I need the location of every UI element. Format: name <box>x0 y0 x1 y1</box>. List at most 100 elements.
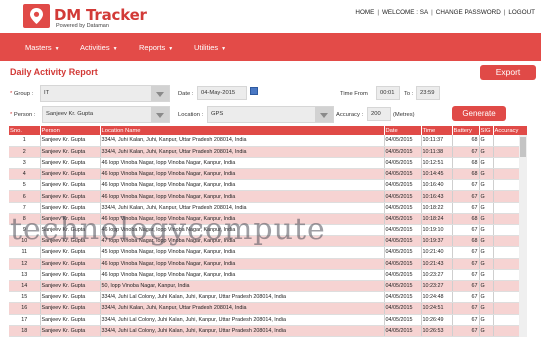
table-cell: Sanjeev Kr. Gupta <box>40 190 101 203</box>
table-cell: 334/4, Juhi Lal Colony, Juhi Kalan, Juhi… <box>100 325 385 337</box>
table-cell: 67 <box>452 190 480 203</box>
table-cell: 68 <box>452 135 480 147</box>
scrollbar-thumb[interactable] <box>520 137 526 157</box>
table-cell: 04/05/2015 <box>384 146 422 158</box>
caret-down-icon: ▼ <box>112 46 118 52</box>
table-row[interactable]: 17 Sanjeev Kr. Gupta 334/4, Juhi Lal Colon… <box>9 314 527 326</box>
table-cell: 12 <box>9 258 41 270</box>
table-cell: 04/05/2015 <box>384 179 422 192</box>
nav-label: Masters <box>25 43 52 52</box>
table-cell: Sanjeev Kr. Gupta <box>40 269 101 281</box>
table-cell: 67 <box>452 302 480 315</box>
table-cell: 16 <box>9 302 41 315</box>
table-cell: G <box>479 291 494 304</box>
caret-down-icon: ▼ <box>54 46 60 52</box>
table-cell: 04/05/2015 <box>384 269 422 281</box>
table-cell: Sanjeev Kr. Gupta <box>40 258 101 270</box>
table-row[interactable]: 6 Sanjeev Kr. Gupta 46 lopp Vinoba Nagar, … <box>9 190 527 203</box>
page-title: Daily Activity Report <box>10 67 98 77</box>
column-header[interactable]: Time <box>421 126 453 135</box>
table-row[interactable]: 12 Sanjeev Kr. Gupta 46 lopp Vinoba Nagar,… <box>9 258 527 270</box>
table-cell: 04/05/2015 <box>384 280 422 293</box>
nav-activities[interactable]: Activities ▼ <box>80 43 118 52</box>
caret-down-icon: ▼ <box>221 46 227 52</box>
table-cell: 67 <box>452 146 480 158</box>
table-cell: 10:14:45 <box>421 168 453 181</box>
table-cell: 04/05/2015 <box>384 235 422 248</box>
column-header[interactable]: Date <box>384 126 422 135</box>
separator: | <box>431 9 433 16</box>
logout-link[interactable]: LOGOUT <box>508 9 535 16</box>
dropdown-arrow-icon[interactable] <box>151 107 169 122</box>
home-link[interactable]: HOME <box>355 9 374 16</box>
table-cell: 04/05/2015 <box>384 135 422 147</box>
table-cell: 68 <box>452 157 480 170</box>
dropdown-arrow-icon[interactable] <box>151 86 169 101</box>
table-cell: G <box>479 325 494 337</box>
dropdown-arrow-icon[interactable] <box>315 107 333 122</box>
table-cell: G <box>479 202 494 214</box>
nav-utilities[interactable]: Utilities ▼ <box>194 43 226 52</box>
table-cell: G <box>479 224 494 237</box>
table-cell: Sanjeev Kr. Gupta <box>40 135 101 147</box>
table-cell: 04/05/2015 <box>384 325 422 337</box>
table-row[interactable]: 18 Sanjeev Kr. Gupta 334/4, Juhi Lal Colon… <box>9 325 527 337</box>
table-cell: G <box>479 135 494 147</box>
nav-masters[interactable]: Masters ▼ <box>25 43 60 52</box>
location-select[interactable]: GPS <box>207 106 334 123</box>
generate-button[interactable]: Generate <box>452 106 506 121</box>
group-label: * Group : <box>10 91 34 97</box>
table-cell: 1 <box>9 135 41 147</box>
time-from-input[interactable]: 00:01 <box>376 86 400 100</box>
table-cell: 67 <box>452 246 480 259</box>
table-scrollbar[interactable] <box>519 135 527 337</box>
table-row[interactable]: 15 Sanjeev Kr. Gupta 334/4, Juhi Lal Colon… <box>9 291 527 304</box>
table-cell: 334/4, Juhi Kalan, Juhi, Kanpur, Uttar P… <box>100 302 385 315</box>
table-cell: G <box>479 190 494 203</box>
date-input[interactable]: 04-May-2015 <box>197 86 247 100</box>
table-cell: 334/4, Juhi Kalan, Juhi, Kanpur, Uttar P… <box>100 135 385 147</box>
table-cell: Sanjeev Kr. Gupta <box>40 302 101 315</box>
change-password-link[interactable]: CHANGE PASSWORD <box>436 9 501 16</box>
nav-reports[interactable]: Reports ▼ <box>139 43 173 52</box>
table-cell: 46 lopp Vinoba Nagar, lopp Vinoba Nagar,… <box>100 269 385 281</box>
column-header[interactable]: Person <box>40 126 101 135</box>
export-button[interactable]: Export <box>480 65 536 80</box>
person-select[interactable]: Sanjeev Kr. Gupta <box>42 106 170 123</box>
table-cell: 46 lopp Vinoba Nagar, lopp Vinoba Nagar,… <box>100 190 385 203</box>
table-row[interactable]: 5 Sanjeev Kr. Gupta 46 lopp Vinoba Nagar, … <box>9 179 527 192</box>
table-row[interactable]: 14 Sanjeev Kr. Gupta 50, lopp Vinoba Nagar… <box>9 280 527 293</box>
accuracy-label: Accuracy : <box>336 112 364 118</box>
separator: | <box>503 9 506 16</box>
brand-name: DM Tracker <box>54 6 147 24</box>
column-header[interactable]: Sno. <box>9 126 41 135</box>
accuracy-input[interactable]: 200 <box>367 107 391 121</box>
table-cell: G <box>479 146 494 158</box>
table-cell: 14 <box>9 280 41 293</box>
calendar-icon[interactable] <box>250 87 258 95</box>
table-row[interactable]: 1 Sanjeev Kr. Gupta 334/4, Juhi Kalan, Juh… <box>9 135 527 147</box>
time-to-input[interactable]: 23:59 <box>416 86 440 100</box>
table-cell: 10:21:40 <box>421 246 453 259</box>
table-cell: G <box>479 314 494 326</box>
column-header[interactable]: Accuracy <box>493 126 527 135</box>
table-row[interactable]: 3 Sanjeev Kr. Gupta 46 lopp Vinoba Nagar, … <box>9 157 527 170</box>
table-row[interactable]: 16 Sanjeev Kr. Gupta 334/4, Juhi Kalan, Ju… <box>9 302 527 315</box>
table-cell: Sanjeev Kr. Gupta <box>40 325 101 337</box>
table-cell: Sanjeev Kr. Gupta <box>40 168 101 181</box>
table-cell: Sanjeev Kr. Gupta <box>40 146 101 158</box>
column-header[interactable]: Battery <box>452 126 480 135</box>
location-label: Location : <box>178 112 204 118</box>
table-cell: 04/05/2015 <box>384 202 422 214</box>
group-select[interactable]: IT <box>40 85 170 102</box>
table-cell: 68 <box>452 235 480 248</box>
time-to-label: To : <box>404 91 414 97</box>
column-header[interactable]: SIG <box>479 126 494 135</box>
logo[interactable] <box>23 4 50 28</box>
table-row[interactable]: 13 Sanjeev Kr. Gupta 46 lopp Vinoba Nagar,… <box>9 269 527 281</box>
table-row[interactable]: 11 Sanjeev Kr. Gupta 45 lopp Vinoba Nagar,… <box>9 246 527 259</box>
column-header[interactable]: Location Name <box>100 126 385 135</box>
table-row[interactable]: 4 Sanjeev Kr. Gupta 46 lopp Vinoba Nagar, … <box>9 168 527 181</box>
table-row[interactable]: 2 Sanjeev Kr. Gupta 334/4, Juhi Kalan, Juh… <box>9 146 527 158</box>
table-cell: 04/05/2015 <box>384 314 422 326</box>
